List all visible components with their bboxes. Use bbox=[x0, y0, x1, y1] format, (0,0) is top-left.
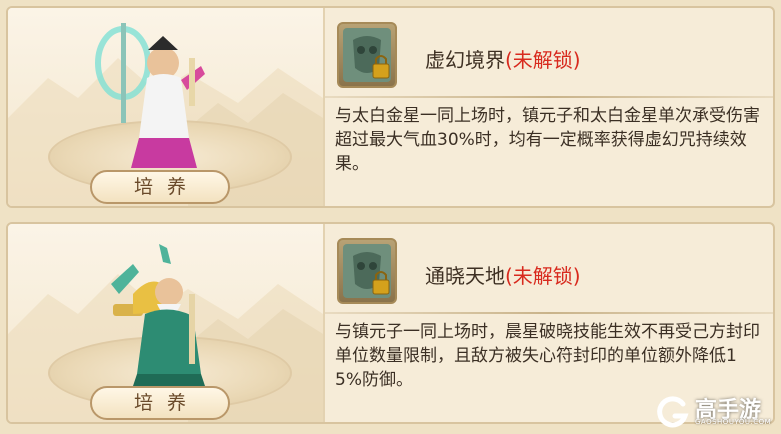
locked-mask-skill-icon bbox=[343, 28, 391, 82]
skill-description: 与太白金星一同上场时，镇元子和太白金星单次承受伤害超过最大气血30%时，均有一定… bbox=[335, 106, 760, 174]
hero-panel: 培养 bbox=[8, 8, 325, 206]
skill-icon-frame[interactable] bbox=[337, 238, 397, 304]
skill-description: 与镇元子一同上场时，晨星破晓技能生效不再受己方封印单位数量限制，且敌方被失心符封… bbox=[335, 322, 760, 390]
cultivate-button[interactable]: 培养 bbox=[90, 386, 230, 420]
lock-status: (未解锁) bbox=[505, 48, 581, 72]
skill-name: 通晓天地 bbox=[425, 264, 505, 288]
g-logo-icon bbox=[657, 396, 689, 428]
lock-status: (未解锁) bbox=[505, 264, 581, 288]
elder-sage-hero-icon bbox=[111, 244, 205, 386]
skill-name: 虚幻境界 bbox=[425, 48, 505, 72]
cultivate-button[interactable]: 培养 bbox=[90, 170, 230, 204]
brand-site: GAOSHOUYOU.COM bbox=[695, 418, 772, 426]
spellcaster-hero-icon bbox=[95, 23, 205, 168]
skill-title: 虚幻境界(未解锁) bbox=[425, 44, 581, 73]
skill-icon-frame[interactable] bbox=[337, 22, 397, 88]
divider bbox=[325, 96, 773, 98]
skill-card: 培养 虚幻境界(未解锁) 与太白金星一同上场时，镇元子和太白金星单次承受伤害超过… bbox=[6, 6, 775, 208]
divider bbox=[325, 312, 773, 314]
skill-panel: 虚幻境界(未解锁) 与太白金星一同上场时，镇元子和太白金星单次承受伤害超过最大气… bbox=[325, 8, 773, 206]
locked-mask-skill-icon bbox=[343, 244, 391, 298]
hero-panel: 培养 bbox=[8, 224, 325, 422]
watermark-logo: 高手游 GAOSHOUYOU.COM bbox=[655, 392, 775, 432]
skill-title: 通晓天地(未解锁) bbox=[425, 260, 581, 289]
